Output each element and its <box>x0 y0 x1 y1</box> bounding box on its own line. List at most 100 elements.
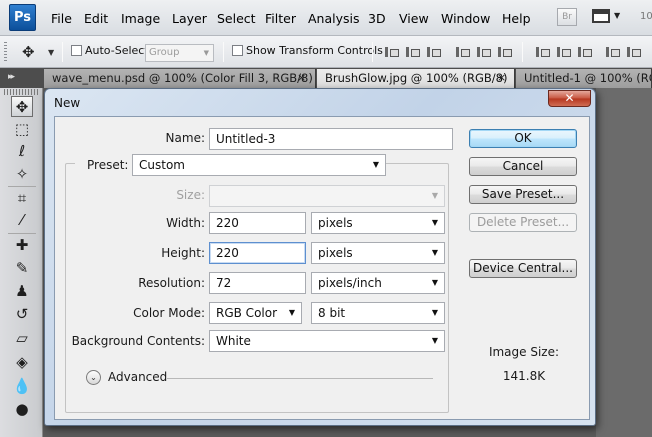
paint-bucket-tool-icon[interactable]: ◈ <box>11 352 33 373</box>
distribute-top-edges-icon[interactable] <box>536 47 550 58</box>
height-unit-dropdown[interactable]: pixels ▼ <box>311 242 445 264</box>
align-bottom-edges-icon[interactable] <box>427 47 441 58</box>
advanced-expand-icon[interactable]: ⌄ <box>86 370 101 385</box>
background-contents-value: White <box>216 334 251 348</box>
tab-brushglow[interactable]: BrushGlow.jpg @ 100% (RGB/8) × <box>317 69 515 88</box>
align-right-edges-icon[interactable] <box>498 47 512 58</box>
toolbox-grip[interactable] <box>4 89 40 95</box>
close-button[interactable]: ✕ <box>548 90 591 107</box>
chevron-down-icon: ▼ <box>431 278 438 287</box>
tab-wave-menu[interactable]: wave_menu.psd @ 100% (Color Fill 3, RGB/… <box>44 69 316 88</box>
distribute-horizontal-centers-icon[interactable] <box>627 47 641 58</box>
blur-tool-icon[interactable]: 💧 <box>11 376 33 397</box>
background-contents-dropdown[interactable]: White ▼ <box>209 330 445 352</box>
magic-wand-tool-icon[interactable]: ✧ <box>11 164 33 185</box>
align-top-edges-icon[interactable] <box>385 47 399 58</box>
save-preset-button[interactable]: Save Preset... <box>469 185 577 204</box>
eyedropper-tool-icon[interactable]: ⁄ <box>11 210 33 231</box>
move-tool-icon[interactable]: ✥ <box>22 43 35 61</box>
color-mode-value: RGB Color <box>216 306 278 320</box>
menu-help[interactable]: Help <box>502 11 531 26</box>
show-transform-checkbox[interactable] <box>232 45 243 56</box>
auto-select-target-dropdown[interactable]: Group ▼ <box>145 44 214 62</box>
clone-stamp-tool-icon[interactable]: ♟ <box>11 281 33 302</box>
device-central-button[interactable]: Device Central... <box>469 259 577 278</box>
zoom-level[interactable]: 10 <box>640 11 652 22</box>
resolution-unit-value: pixels/inch <box>318 276 382 290</box>
panel-collapse-icon[interactable]: ▸▸ <box>8 72 15 82</box>
menu-view[interactable]: View <box>399 11 429 26</box>
options-bar-grip[interactable] <box>4 42 7 62</box>
menu-select[interactable]: Select <box>217 11 256 26</box>
close-icon[interactable]: × <box>497 69 506 87</box>
menu-3d[interactable]: 3D <box>368 11 386 26</box>
chevron-down-icon: ▼ <box>431 308 438 317</box>
width-unit-value: pixels <box>318 216 353 230</box>
divider <box>372 42 373 62</box>
preset-label: Preset: <box>75 158 133 172</box>
screen-mode-icon[interactable] <box>592 9 610 23</box>
marquee-tool-icon[interactable]: ⬚ <box>11 119 33 140</box>
resolution-unit-dropdown[interactable]: pixels/inch ▼ <box>311 272 445 294</box>
close-icon[interactable]: × <box>297 69 306 87</box>
cancel-button[interactable]: Cancel <box>469 157 577 176</box>
height-label: Height: <box>161 246 205 260</box>
crop-tool-icon[interactable]: ⌗ <box>11 188 33 209</box>
dodge-tool-icon[interactable]: ● <box>11 399 33 420</box>
image-size-value: 141.8K <box>502 369 546 383</box>
tab-untitled-1[interactable]: Untitled-1 @ 100% (RGB/8) <box>516 69 652 88</box>
preset-dropdown[interactable]: Custom ▼ <box>132 154 386 176</box>
show-transform-label: Show Transform Controls <box>246 44 383 57</box>
bridge-button[interactable]: Br <box>557 8 577 26</box>
bit-depth-dropdown[interactable]: 8 bit ▼ <box>311 302 445 324</box>
move-tool-icon[interactable]: ✥ <box>11 96 33 117</box>
divider <box>223 42 224 62</box>
menu-analysis[interactable]: Analysis <box>308 11 360 26</box>
menu-file[interactable]: File <box>51 11 72 26</box>
dialog-body: Name: Untitled-3 Preset: Custom ▼ Size: … <box>54 116 590 420</box>
canvas-area[interactable] <box>596 88 652 437</box>
name-field[interactable]: Untitled-3 <box>209 128 453 150</box>
divider <box>8 186 36 187</box>
distribute-vertical-centers-icon[interactable] <box>557 47 571 58</box>
dialog-title: New <box>54 96 81 110</box>
resolution-field[interactable]: 72 <box>209 272 306 294</box>
menu-image[interactable]: Image <box>121 11 160 26</box>
chevron-down-icon[interactable]: ▼ <box>614 11 620 20</box>
width-field[interactable]: 220 <box>209 212 306 234</box>
align-vertical-centers-icon[interactable] <box>406 47 420 58</box>
document-tab-bar: ▸▸ wave_menu.psd @ 100% (Color Fill 3, R… <box>0 68 652 88</box>
name-label: Name: <box>165 131 205 145</box>
advanced-divider <box>167 378 433 379</box>
size-label: Size: <box>176 188 205 202</box>
chevron-down-icon: ▼ <box>288 308 295 317</box>
menu-filter[interactable]: Filter <box>265 11 296 26</box>
tab-label: wave_menu.psd @ 100% (Color Fill 3, RGB/… <box>52 71 316 85</box>
ok-button[interactable]: OK <box>469 129 577 148</box>
distribute-bottom-edges-icon[interactable] <box>578 47 592 58</box>
advanced-label[interactable]: Advanced <box>108 370 167 384</box>
healing-brush-tool-icon[interactable]: ✚ <box>11 235 33 256</box>
lasso-tool-icon[interactable]: ℓ <box>11 141 33 162</box>
align-left-edges-icon[interactable] <box>456 47 470 58</box>
auto-select-label: Auto-Select: <box>85 44 153 57</box>
color-mode-dropdown[interactable]: RGB Color ▼ <box>209 302 302 324</box>
width-unit-dropdown[interactable]: pixels ▼ <box>311 212 445 234</box>
menu-layer[interactable]: Layer <box>172 11 207 26</box>
divider <box>8 233 36 234</box>
delete-preset-button: Delete Preset... <box>469 213 577 232</box>
eraser-tool-icon[interactable]: ▱ <box>11 328 33 349</box>
history-brush-tool-icon[interactable]: ↺ <box>11 304 33 325</box>
tab-label: BrushGlow.jpg @ 100% (RGB/8) <box>325 71 508 85</box>
menu-window[interactable]: Window <box>441 11 490 26</box>
divider <box>62 42 63 62</box>
height-field[interactable]: 220 <box>209 242 306 264</box>
brush-tool-icon[interactable]: ✎ <box>11 258 33 279</box>
distribute-left-edges-icon[interactable] <box>606 47 620 58</box>
tool-preset-chevron-icon[interactable]: ▼ <box>48 48 54 57</box>
chevron-down-icon: ▼ <box>431 336 438 345</box>
auto-select-checkbox[interactable] <box>71 45 82 56</box>
menu-edit[interactable]: Edit <box>84 11 108 26</box>
chevron-down-icon: ▼ <box>203 49 209 57</box>
align-horizontal-centers-icon[interactable] <box>477 47 491 58</box>
